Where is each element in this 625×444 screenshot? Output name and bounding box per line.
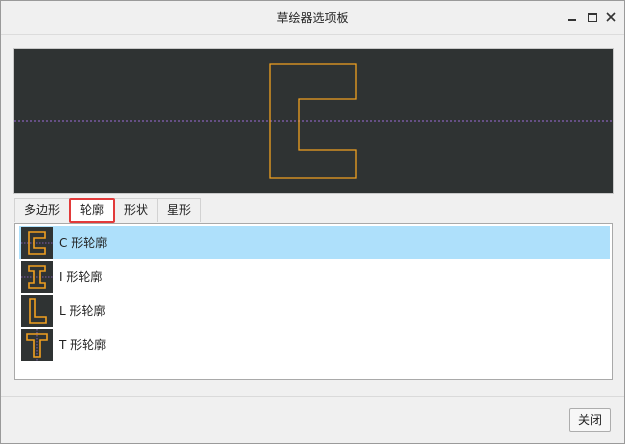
footer-divider (1, 396, 624, 397)
maximize-icon[interactable] (584, 9, 600, 25)
title-bar: 草绘器选项板 (1, 1, 624, 35)
close-button[interactable]: 关闭 (569, 408, 611, 432)
shape-preview-canvas (13, 48, 614, 194)
i-profile-icon (21, 260, 53, 293)
tab-profile[interactable]: 轮廓 (69, 198, 116, 223)
l-profile-icon (21, 294, 53, 327)
tab-star[interactable]: 星形 (157, 198, 202, 222)
tab-shape[interactable]: 形状 (114, 198, 159, 222)
list-item-label: C 形轮廓 (59, 236, 108, 250)
list-item-i-profile[interactable]: I 形轮廓 (19, 260, 610, 293)
list-item-t-profile[interactable]: T 形轮廓 (19, 328, 610, 361)
c-profile-icon (21, 226, 53, 259)
t-profile-icon (21, 328, 53, 361)
list-item-l-profile[interactable]: L 形轮廓 (19, 294, 610, 327)
list-item-label: T 形轮廓 (59, 338, 107, 352)
minimize-icon[interactable] (564, 9, 580, 25)
sketcher-palette-dialog: 草绘器选项板 多边形 轮廓 形状 星形 C 形轮廓 I 形轮廓 L 形轮廓 T … (0, 0, 625, 444)
profile-list: C 形轮廓 I 形轮廓 L 形轮廓 T 形轮廓 (14, 223, 613, 380)
list-item-c-profile[interactable]: C 形轮廓 (19, 226, 610, 259)
tab-polygon[interactable]: 多边形 (14, 198, 71, 222)
window-title: 草绘器选项板 (276, 11, 349, 25)
palette-tabs: 多边形 轮廓 形状 星形 (14, 198, 202, 223)
list-item-label: L 形轮廓 (59, 304, 106, 318)
list-item-label: I 形轮廓 (59, 270, 103, 284)
close-icon[interactable] (603, 9, 619, 25)
